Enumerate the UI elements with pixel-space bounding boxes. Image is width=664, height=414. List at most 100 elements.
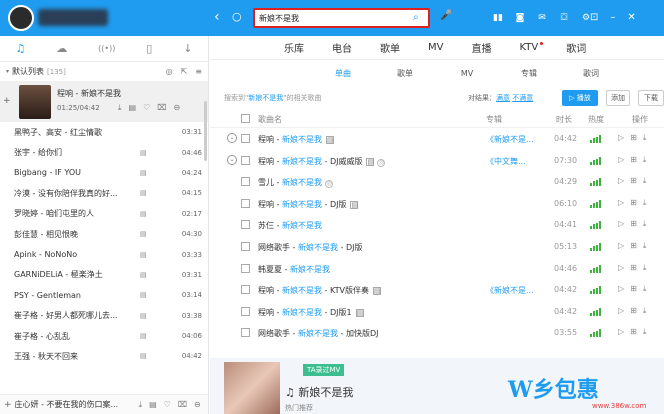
close-icon[interactable]: ✕ [627, 11, 635, 25]
list-item[interactable]: GARNiDELiA - 極楽浄土 ▤ 03:31 [0, 265, 208, 285]
add-icon[interactable]: ⊞ [630, 327, 637, 337]
download-icon[interactable]: ⤓ [643, 284, 647, 294]
mv-icon[interactable]: ▤ [140, 271, 154, 279]
mv-icon[interactable]: ▤ [355, 308, 364, 317]
add-icon[interactable]: ⊞ [630, 306, 637, 316]
download-icon[interactable]: ⤓ [643, 219, 647, 229]
mv-icon[interactable]: ▤ [140, 291, 154, 299]
row-checkbox[interactable] [241, 306, 250, 316]
table-row[interactable]: 网络歌手 - 新娘不是我 - DJ版 05:13 ▷ ⊞ ⤓ [210, 236, 664, 258]
download-icon[interactable]: ⤓ [643, 263, 647, 273]
album-name[interactable]: 《新娘不是... [486, 285, 534, 296]
row-checkbox[interactable] [241, 177, 250, 187]
table-row[interactable]: 韩夏夏 - 新娘不是我 04:46 ▷ ⊞ ⤓ [210, 258, 664, 280]
tab-download-icon[interactable]: ↓ [183, 42, 192, 55]
song-title[interactable]: 新娘不是我 [282, 286, 322, 295]
download-icon[interactable]: ⤓ [643, 241, 647, 251]
download-icon[interactable]: ⤓ [643, 198, 647, 208]
back-arrow-icon[interactable]: ‹ [214, 9, 220, 25]
song-title[interactable]: 新娘不是我 [282, 308, 322, 317]
tab-device-icon[interactable]: ▯ [146, 42, 152, 55]
row-checkbox[interactable] [241, 198, 250, 208]
artist-name[interactable]: 韩夏夏 [258, 265, 282, 274]
add-icon[interactable]: ⊞ [630, 241, 637, 251]
mv-icon[interactable]: ▤ [129, 103, 137, 113]
list-item[interactable]: 彭佳慧 - 相见恨晚 ▤ 04:30 [0, 224, 208, 244]
artist-name[interactable]: 苏仨 [258, 221, 274, 230]
playlist-scrollbar[interactable] [204, 101, 207, 161]
download-icon[interactable]: ⤓ [643, 306, 647, 316]
album-name[interactable]: 《新娘不是... [486, 134, 534, 145]
download-icon[interactable]: ⤓ [643, 176, 647, 186]
artist-name[interactable]: 程响 [258, 135, 274, 144]
artist-name[interactable]: 网络歌手 [258, 329, 290, 338]
add-icon[interactable]: + [4, 400, 12, 410]
select-all-checkbox[interactable] [241, 114, 250, 123]
row-checkbox[interactable] [241, 241, 250, 251]
delete-icon[interactable]: ⌧ [157, 103, 166, 113]
table-row[interactable]: ⌄ 程响 - 新娘不是我 - DJ威威版 ▤ ◎ 《中文舞... 07:30 ▷ ⊞ ⤓ [210, 150, 664, 172]
tab-library[interactable]: 乐库 [284, 40, 304, 55]
table-row[interactable]: 雪儿 - 新娘不是我 ◎ 04:29 ▷ ⊞ ⤓ [210, 171, 664, 193]
play-icon[interactable]: ▷ [618, 198, 624, 208]
download-button[interactable]: 下载 [638, 90, 664, 106]
subtab-single[interactable]: 单曲 [312, 68, 374, 79]
table-row[interactable]: 程响 - 新娘不是我 - DJ版 ▤ 06:10 ▷ ⊞ ⤓ [210, 193, 664, 215]
table-row[interactable]: ⌄ 程响 - 新娘不是我 ▤ 《新娘不是... 04:42 ▷ ⊞ ⤓ [210, 128, 664, 150]
add-icon[interactable]: ⊞ [630, 133, 637, 143]
artist-name[interactable]: 程响 [258, 200, 274, 209]
game-icon[interactable]: ◙ [514, 11, 526, 25]
song-title[interactable]: 新娘不是我 [282, 221, 322, 230]
expand-icon[interactable]: ⌄ [227, 133, 237, 143]
table-row[interactable]: 网络歌手 - 新娘不是我 - 加快版DJ 03:55 ▷ ⊞ ⤓ [210, 322, 664, 344]
add-icon[interactable]: ⊞ [630, 155, 637, 165]
artist-name[interactable]: 网络歌手 [258, 243, 290, 252]
share-icon[interactable]: ⇱ [181, 67, 188, 76]
artist-name[interactable]: 程响 [258, 157, 274, 166]
mv-icon[interactable]: ▤ [140, 332, 154, 340]
play-icon[interactable]: ▷ [618, 133, 624, 143]
list-item[interactable]: 罗晓婷 - 咱们屯里的人 ▤ 02:17 [0, 204, 208, 224]
download-icon[interactable]: ⤓ [643, 327, 647, 337]
song-title[interactable]: 新娘不是我 [282, 200, 322, 209]
table-row[interactable]: 程响 - 新娘不是我 - KTV版伴奏 ▤ 《新娘不是... 04:42 ▷ ⊞ ⤓ [210, 279, 664, 301]
add-button[interactable]: 添加 [606, 90, 630, 106]
song-title[interactable]: 新娘不是我 [298, 329, 338, 338]
add-icon[interactable]: ⊞ [630, 176, 637, 186]
now-playing-row[interactable]: + 程响 - 新娘不是我 01:25/04:42 ⤓ ▤ ♡ ⌧ ⊖ [0, 82, 208, 122]
subtab-playlist[interactable]: 歌单 [374, 68, 436, 79]
mv-icon[interactable]: ▤ [140, 352, 154, 360]
download-icon[interactable]: ⤓ [643, 155, 647, 165]
like-icon[interactable]: ♡ [143, 103, 150, 113]
delete-icon[interactable]: ⌧ [178, 400, 187, 410]
minimize-icon[interactable]: – [610, 11, 615, 25]
tab-live[interactable]: 直播 [471, 40, 491, 55]
tab-cloud-icon[interactable]: ☁ [56, 42, 67, 55]
list-item[interactable]: 张宇 - 给你们 ▤ 04:46 [0, 142, 208, 162]
mv-icon[interactable]: ▤ [149, 400, 157, 410]
add-icon[interactable]: + [3, 96, 11, 106]
row-checkbox[interactable] [241, 155, 250, 165]
list-item[interactable]: 崔子格 - 心乱乱 ▤ 04:06 [0, 326, 208, 346]
tab-radio[interactable]: 电台 [332, 40, 352, 55]
mv-icon[interactable]: ▤ [140, 230, 154, 238]
list-item[interactable]: 崔子格 - 好男人都死哪儿去... ▤ 03:38 [0, 306, 208, 326]
list-item[interactable]: + 庄心妍 - 不要在我的伤口案... ⤓ ▤ ♡ ⌧ ⊖ [0, 394, 208, 414]
list-item[interactable]: 黑鸭子、高安 - 红尘情歌 03:31 [0, 122, 208, 142]
tab-playlist[interactable]: 歌单 [380, 40, 400, 55]
row-checkbox[interactable] [241, 328, 250, 338]
expand-icon[interactable]: ⌄ [227, 154, 237, 165]
like-icon[interactable]: ♡ [164, 400, 171, 410]
mv-icon[interactable]: ▤ [140, 210, 154, 218]
tab-music-icon[interactable]: ♫ [15, 42, 25, 55]
artist-name[interactable]: 雪儿 [258, 178, 274, 187]
mv-icon[interactable]: ▤ [350, 200, 359, 209]
mv-icon[interactable]: ▤ [140, 149, 154, 157]
gift-icon[interactable]: ⛋ [558, 11, 570, 25]
artist-name[interactable]: 程响 [258, 286, 274, 295]
subtab-album[interactable]: 专辑 [498, 68, 560, 79]
mv-icon[interactable]: ▤ [366, 157, 375, 166]
add-icon[interactable]: ⊞ [630, 219, 637, 229]
list-item[interactable]: PSY - Gentleman ▤ 03:14 [0, 285, 208, 305]
skin-icon[interactable]: ▮▮ [492, 11, 504, 25]
